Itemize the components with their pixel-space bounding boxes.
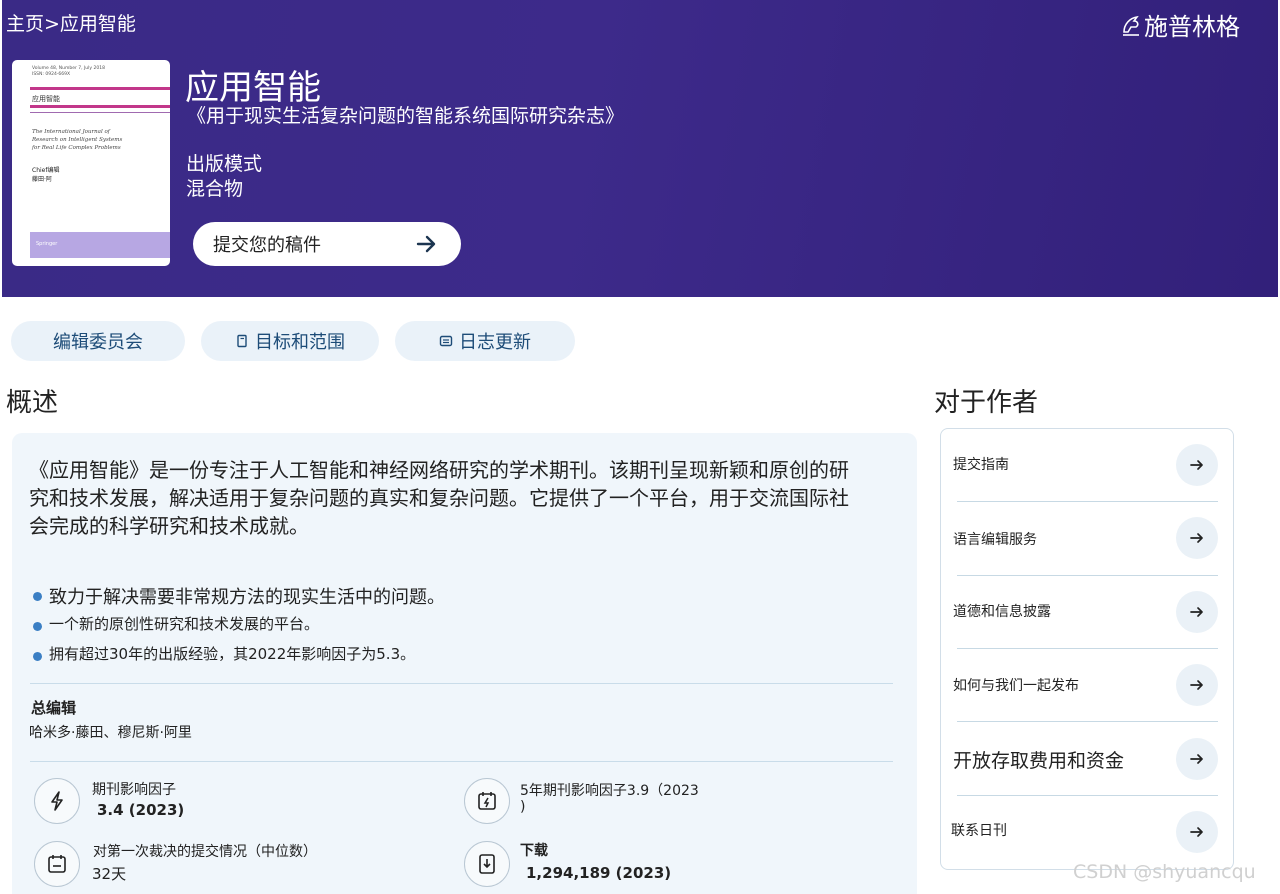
journal-description: 《应用智能》是一份专注于人工智能和神经网络研究的学术期刊。该期刊呈现新颖和原创的… <box>29 458 849 538</box>
springer-horse-icon <box>1123 15 1139 36</box>
ethics-disclosures-button[interactable] <box>1176 591 1218 633</box>
for-authors-heading: 对于作者 <box>934 388 1039 418</box>
overview-heading: 概述 <box>6 388 59 418</box>
publishing-mode-value: 混合物 <box>186 178 244 200</box>
highlights-list: 致力于解决需要非常规方法的现实生活中的问题。 一个新的原创性研究和技术发展的平台… <box>33 583 445 673</box>
download-icon <box>479 854 495 874</box>
sidebar-item-ethics-disclosures[interactable]: 道德和信息披露 <box>953 601 1051 621</box>
divider <box>30 683 893 684</box>
cover-subtitle: The International Journal of Research on… <box>32 129 123 151</box>
first-decision-value: 32天 <box>92 865 127 883</box>
lightning-icon <box>51 791 63 811</box>
submit-manuscript-button[interactable]: 提交您的稿件 <box>193 222 461 266</box>
five-year-impact-icon <box>464 778 510 824</box>
tab-editorial-board[interactable]: 编辑委员会 <box>11 321 185 361</box>
cover-publisher: Springer <box>36 241 58 247</box>
submit-button-label: 提交您的稿件 <box>213 235 321 256</box>
arrow-right-icon <box>1190 827 1203 837</box>
breadcrumb[interactable]: 主页>应用智能 <box>6 9 136 36</box>
downloads-value: 1,294,189 (2023) <box>526 864 672 882</box>
five-year-impact-label-cont: ) <box>520 799 526 815</box>
journal-header: 主页>应用智能 施普林格 Volume 48, Number 7, July 2… <box>2 0 1278 297</box>
journal-subtitle: 《用于现实生活复杂问题的智能系统国际研究杂志》 <box>187 105 625 127</box>
cover-title: 应用智能 <box>32 95 60 103</box>
divider <box>957 575 1218 576</box>
tab-aims-and-scope[interactable]: 目标和范围 <box>201 321 379 361</box>
watermark: CSDN @shyuancqu <box>1073 861 1256 883</box>
editor-in-chief-label: 总编辑 <box>31 699 77 717</box>
divider <box>30 761 893 762</box>
first-decision-icon <box>34 841 80 887</box>
sidebar-item-publish-with-us[interactable]: 如何与我们一起发布 <box>953 675 1079 695</box>
springer-logo[interactable]: 施普林格 <box>1120 7 1240 42</box>
divider <box>957 648 1218 649</box>
sidebar-item-contact-journal[interactable]: 联系日刊 <box>951 820 1007 840</box>
downloads-label: 下载 <box>520 843 548 859</box>
cover-editor: Chief编辑 藤田·阿 <box>32 167 60 183</box>
newspaper-icon <box>439 335 453 347</box>
arrow-right-icon <box>1190 607 1203 617</box>
for-authors-card <box>940 428 1234 870</box>
arrow-right-icon <box>1190 460 1203 470</box>
sidebar-item-submission-guidelines[interactable]: 提交指南 <box>953 454 1009 474</box>
editor-in-chief-names: 哈米多·藤田、穆尼斯·阿里 <box>29 725 192 741</box>
journal-cover-image: Volume 48, Number 7, July 2018 ISSN: 092… <box>12 60 170 266</box>
publishing-mode-label: 出版模式 <box>186 153 263 175</box>
publish-with-us-button[interactable] <box>1176 664 1218 706</box>
list-item: 一个新的原创性研究和技术发展的平台。 <box>33 613 445 639</box>
contact-journal-button[interactable] <box>1176 811 1218 853</box>
submission-guidelines-button[interactable] <box>1176 444 1218 486</box>
impact-factor-label: 期刊影响因子 <box>92 782 176 798</box>
arrow-right-icon <box>1190 533 1203 543</box>
sidebar-item-open-access-fees[interactable]: 开放存取费用和资金 <box>953 746 1124 773</box>
open-access-fees-button[interactable] <box>1176 738 1218 780</box>
calendar-lightning-icon <box>478 792 496 810</box>
divider <box>957 501 1218 502</box>
divider <box>957 721 1218 722</box>
list-item: 致力于解决需要非常规方法的现实生活中的问题。 <box>33 583 445 609</box>
sidebar-item-language-editing[interactable]: 语言编辑服务 <box>953 529 1037 549</box>
arrow-right-icon <box>1190 754 1203 764</box>
list-item: 拥有超过30年的出版经验，其2022年影响因子为5.3。 <box>33 643 445 669</box>
arrow-right-icon <box>1190 680 1203 690</box>
tab-journal-updates[interactable]: 日志更新 <box>395 321 575 361</box>
cover-meta: Volume 48, Number 7, July 2018 ISSN: 092… <box>32 66 105 77</box>
brand-name: 施普林格 <box>1144 13 1240 41</box>
book-icon <box>237 334 247 348</box>
impact-factor-value: 3.4 (2023) <box>97 801 185 819</box>
first-decision-label: 对第一次裁决的提交情况（中位数） <box>93 844 317 860</box>
calendar-check-icon <box>48 855 66 873</box>
language-editing-button[interactable] <box>1176 517 1218 559</box>
downloads-icon <box>464 841 510 887</box>
arrow-right-icon <box>416 235 436 253</box>
impact-factor-icon <box>34 778 80 824</box>
five-year-impact-label: 5年期刊影响因子3.9（2023 <box>520 783 699 799</box>
divider <box>957 795 1218 796</box>
